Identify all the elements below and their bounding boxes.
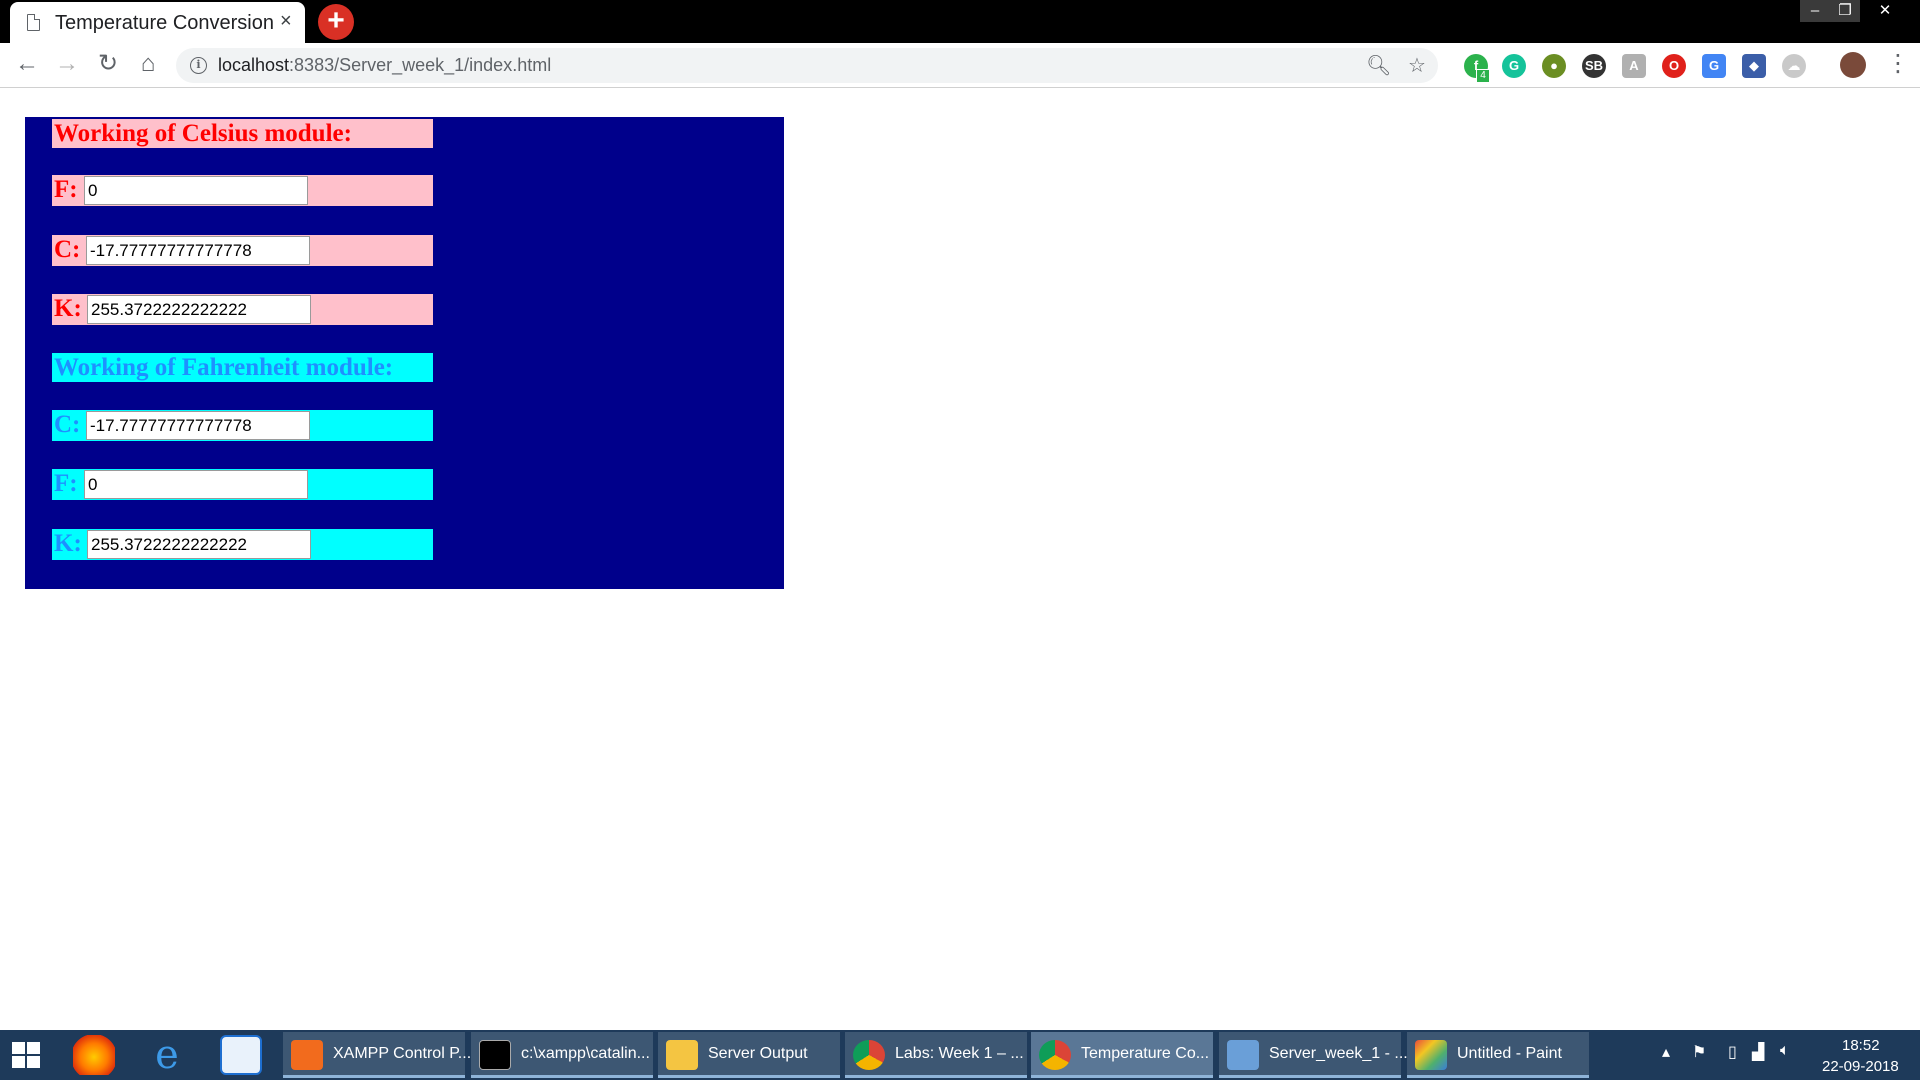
page-content: Working of Celsius module: F: C: K: Work… (0, 89, 1920, 1030)
celsius-f-label: F: (54, 176, 78, 203)
celsius-c-row: C: (52, 235, 433, 266)
browser-toolbar: ← → ↻ ⌂ i localhost:8383/Server_week_1/i… (0, 43, 1920, 88)
sb-icon[interactable]: SB (1582, 54, 1606, 78)
firefox-icon[interactable] (73, 1035, 115, 1075)
paint-palette-icon (1415, 1040, 1447, 1070)
close-window-icon[interactable]: ✕ (1860, 0, 1910, 22)
wifi-icon[interactable]: ▟ (1752, 1042, 1764, 1062)
celsius-f-input[interactable] (84, 176, 308, 205)
fahrenheit-c-row: C: (52, 410, 433, 441)
celsius-k-row: K: (52, 294, 433, 325)
translate-icon[interactable]: G (1702, 54, 1726, 78)
celsius-f-row: F: (52, 175, 433, 206)
celsius-c-input[interactable] (86, 236, 310, 265)
fahrenheit-k-row: K: (52, 529, 433, 560)
fahrenheit-k-input[interactable] (87, 530, 311, 559)
url-text[interactable]: localhost:8383/Server_week_1/index.html (218, 55, 551, 76)
xampp-icon (291, 1040, 323, 1070)
folder-icon (666, 1040, 698, 1070)
reload-icon[interactable]: ↻ (93, 49, 123, 79)
fahrenheit-k-label: K: (54, 530, 82, 557)
menu-dots-icon[interactable]: ⋮ (1886, 49, 1910, 78)
task-chrome-labs[interactable]: Labs: Week 1 – ... (845, 1032, 1027, 1078)
terminal-icon (479, 1040, 511, 1070)
cloud-icon[interactable]: ☁ (1782, 54, 1806, 78)
celsius-c-label: C: (54, 236, 81, 263)
celsius-k-label: K: (54, 295, 82, 322)
opera-icon[interactable]: O (1662, 54, 1686, 78)
close-tab-icon[interactable]: × (280, 10, 292, 33)
internet-explorer-icon[interactable]: e (146, 1035, 188, 1075)
profile-avatar[interactable] (1840, 52, 1866, 78)
taskbar: e XAMPP Control P... c:\xampp\catalin...… (0, 1030, 1920, 1080)
browser-tab[interactable]: Temperature Conversion × (10, 2, 305, 43)
address-bar[interactable]: i localhost:8383/Server_week_1/index.htm… (176, 48, 1438, 83)
conversion-panel: Working of Celsius module: F: C: K: Work… (25, 117, 784, 589)
fahrenheit-f-row: F: (52, 469, 433, 500)
celsius-k-input[interactable] (87, 295, 311, 324)
reader-icon[interactable]: A (1622, 54, 1646, 78)
fahrenheit-f-label: F: (54, 470, 78, 497)
extension-badge: 4 (1476, 69, 1490, 83)
clock-date[interactable]: 22-09-2018 (1822, 1058, 1899, 1075)
pin-icon[interactable]: ● (1542, 54, 1566, 78)
task-netbeans[interactable]: Server_week_1 - ... (1219, 1032, 1408, 1078)
fahrenheit-c-input[interactable] (86, 411, 310, 440)
forward-arrow-icon[interactable]: → (52, 49, 82, 79)
flag-icon[interactable]: ⚑ (1692, 1042, 1706, 1062)
chrome-icon (853, 1040, 885, 1070)
celsius-module-heading: Working of Celsius module: (52, 119, 433, 148)
task-chrome-temperature[interactable]: Temperature Co... (1031, 1032, 1213, 1078)
task-command-prompt[interactable]: c:\xampp\catalin... (471, 1032, 653, 1078)
task-server-output[interactable]: Server Output (658, 1032, 840, 1078)
fahrenheit-c-label: C: (54, 411, 81, 438)
page-icon (27, 14, 40, 31)
task-xampp[interactable]: XAMPP Control P... (283, 1032, 471, 1078)
cube-icon[interactable]: ◆ (1742, 54, 1766, 78)
cube-icon (1227, 1040, 1259, 1070)
home-icon[interactable]: ⌂ (133, 49, 163, 79)
volume-icon[interactable]: 🔈︎ (1780, 1042, 1790, 1060)
windows-start-icon[interactable] (12, 1042, 42, 1070)
chrome-icon (1039, 1040, 1071, 1070)
chevron-up-icon[interactable]: ▴ (1662, 1042, 1670, 1062)
info-icon[interactable]: i (190, 57, 207, 74)
back-arrow-icon[interactable]: ← (12, 49, 42, 79)
new-tab-button[interactable]: + (318, 4, 354, 40)
task-paint[interactable]: Untitled - Paint (1407, 1032, 1589, 1078)
fahrenheit-module-heading: Working of Fahrenheit module: (52, 353, 433, 382)
tab-title: Temperature Conversion (55, 12, 274, 34)
touch-app-icon[interactable] (220, 1035, 262, 1075)
fahrenheit-f-input[interactable] (84, 470, 308, 499)
minimize-icon[interactable]: – (1800, 0, 1830, 22)
zoom-icon[interactable]: 🔍︎ (1366, 53, 1391, 78)
grammarly-icon[interactable]: G (1502, 54, 1526, 78)
restore-icon[interactable]: ❐ (1830, 0, 1860, 22)
bookmark-star-icon[interactable]: ☆ (1408, 53, 1426, 78)
clock-time[interactable]: 18:52 (1842, 1037, 1880, 1054)
tab-strip: Temperature Conversion × + – ❐ ✕ (0, 0, 1920, 43)
battery-icon[interactable]: ▯ (1728, 1042, 1737, 1062)
